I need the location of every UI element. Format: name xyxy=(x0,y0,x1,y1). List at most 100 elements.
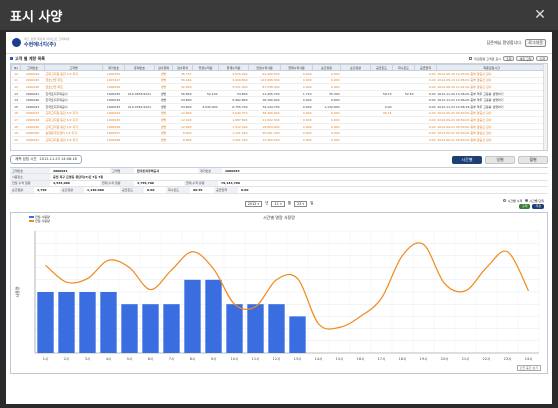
table-cell-cur: 1,512.200 xyxy=(218,123,249,131)
table-cell-round: 6.800 xyxy=(172,136,193,144)
search-button[interactable]: 조회 xyxy=(502,56,515,61)
table-row[interactable]: 17 2000048 근화고지원 동관 1/2 지각 1000045 냉방 12.400 1… xyxy=(11,116,547,124)
table-cell-cur: 54,800 xyxy=(218,90,249,98)
meter-label: 계기번호 xyxy=(198,168,222,174)
table-cell-time: 2012-11-23 14:08:18 중부 역무 고용률 설명하기 xyxy=(436,103,547,111)
table-cell-name: 송월동주민센터 1/2 지각 xyxy=(44,129,103,137)
table-row[interactable]: 19 2000050 송월동주민센터 1/2 지각 1000047 냉방 8.400 1,1… xyxy=(11,129,547,137)
table-cell-id: 2000043 xyxy=(20,103,45,111)
table-cell-phone xyxy=(124,77,155,85)
day-select[interactable]: 23 ▾ xyxy=(293,200,308,207)
cur-heat-label: 현재 누적 열량 xyxy=(100,180,134,187)
table-cell-time: 2012-11-20 13:36:00 중부 역무 고용률 설명하기 xyxy=(436,90,547,98)
table-cell-round: 12.400 xyxy=(172,116,193,124)
table-row[interactable]: 20 2000051 근화고지원 동관 1/2 지각 1000048 냉방 6.800 1,… xyxy=(11,136,547,144)
table-cell-cur: 3,676.392 xyxy=(218,70,249,78)
table-cell-cur_use: 0.000 xyxy=(280,110,313,118)
tab-hourly[interactable]: 시간별 xyxy=(452,155,482,164)
supply-temp-label: 공급온도 xyxy=(120,187,144,193)
table-cell-press: 0.00 xyxy=(414,96,437,104)
table-cell-prev xyxy=(192,136,219,144)
table-cell-item: 냉방 xyxy=(154,90,173,98)
address-label: 사용장소 xyxy=(10,174,50,180)
table-cell-cur_use: 0.000 xyxy=(280,136,313,144)
x-tick-label: 10시 xyxy=(231,356,239,361)
x-tick-label: 12시 xyxy=(273,356,281,361)
supply-pressure-label: 공급압력 xyxy=(214,187,238,193)
table-row[interactable]: 16 2000047 근화고지원 동관 1/2 지각 1000044 냉방 12.800 3… xyxy=(11,110,547,118)
table-cell-flow1: 0.000 xyxy=(312,110,341,118)
meter-value: 1000035 xyxy=(225,168,240,173)
tab-monthly[interactable]: 월별 xyxy=(518,155,548,164)
table-cell-time: 2012-09-21 09:50:00 중부 경공산 검사 xyxy=(436,116,547,124)
logout-button[interactable]: 로그아웃 xyxy=(525,38,546,47)
customer-list-header: 고객 별 계량 목록 미검침량 고객만 표시 조회 새로 고침 출력 xyxy=(10,54,548,63)
show-unread-checkbox[interactable] xyxy=(469,57,473,60)
company-name: 수현에너지(주) xyxy=(24,42,57,48)
table-row[interactable]: 12 2000046 금호산업 파트 1000026 냉방 32.940 3,511.400… xyxy=(11,83,547,91)
table-cell-round: 54.800 xyxy=(172,96,193,104)
table-cell-phone xyxy=(124,70,155,78)
table-row[interactable]: 11 2000045 금호산업 파트 1007427 냉방 56.444 3,009.800… xyxy=(11,77,547,85)
table-cell-prev_use: 18,604.400 xyxy=(248,123,281,131)
table-cell-no: 16 xyxy=(11,110,21,118)
table-cell-prev_use: 18,160.400 xyxy=(248,96,281,104)
table-row[interactable]: 14 2000040 한국토지주택공사 1000034 냉방 54.800 5,962.80… xyxy=(11,96,547,104)
table-row[interactable]: 18 2000049 근화고지원 동관 1/2 지각 1000046 냉방 12.600 1… xyxy=(11,123,547,131)
table-cell-ret_t xyxy=(392,96,415,104)
table-cell-phone xyxy=(124,116,155,124)
table-cell-time: 2012-09-21 09:50:00 중부 경공산 검사 xyxy=(436,136,547,144)
table-cell-meter: 1000046 xyxy=(102,123,125,131)
table-cell-time: 2012-09-21 09:50:00 중부 경공산 검사 xyxy=(436,123,547,131)
table-cell-cur_use: 0.000 xyxy=(280,129,313,137)
table-row[interactable]: 15 2000043 한국토지주택공사 1000033 010-4782-5021 냉방 5… xyxy=(11,103,547,111)
table-cell-flow1: 0.000 xyxy=(312,116,341,124)
table-cell-prev_use: 79,144.700 xyxy=(248,103,281,111)
table-cell-prev_use: 20,001.300 xyxy=(248,129,281,137)
month-unit: 월 xyxy=(287,201,291,206)
chart-print-button[interactable]: 출력 xyxy=(518,203,531,209)
table-cell-flow2 xyxy=(340,96,371,104)
table-cell-item: 냉방 xyxy=(154,123,173,131)
table-row[interactable]: 10 2000044 근화고지원 동관 1/2 지각 1000250 냉방 36.737 3… xyxy=(11,70,547,78)
print-button[interactable]: 출력 xyxy=(536,56,548,61)
table-cell-sup_t xyxy=(370,136,393,144)
table-cell-meter: 1007427 xyxy=(102,77,125,85)
radio-cumulative[interactable] xyxy=(503,199,507,203)
customer-table: No 고객번호 고객명 계기번호 휴대번호 검사항목 검사회차 전월누적량 현재누적량 전월누적사… xyxy=(10,63,548,151)
table-cell-round: 32.940 xyxy=(172,83,193,91)
table-cell-item: 냉방 xyxy=(154,96,173,104)
close-icon[interactable]: ✕ xyxy=(532,7,548,23)
table-cell-prev xyxy=(192,77,219,85)
footer-note[interactable]: 오전 중간 보기 xyxy=(516,364,541,371)
table-cell-ret_t xyxy=(392,123,415,131)
bar xyxy=(247,303,264,353)
prev-heat-value: 4,545,000 xyxy=(53,181,70,186)
table-cell-round: 54.800 xyxy=(172,103,193,111)
table-cell-press: 0.00 xyxy=(414,110,437,118)
table-cell-press: 0.00 xyxy=(414,83,437,91)
table-row[interactable]: 13 2000041 한국토지주택공사 1000035 010-4878-5021 냉방 5… xyxy=(11,90,547,98)
month-select[interactable]: 11 ▾ xyxy=(271,200,285,207)
table-cell-name: 금호산업 파트 xyxy=(44,77,103,85)
refresh-button[interactable]: 새로 고침 xyxy=(516,56,535,61)
table-cell-flow2 xyxy=(340,110,371,118)
table-cell-cur_use: 0.000 xyxy=(280,83,313,91)
period-tabs: 시간별 일별 월별 xyxy=(452,155,548,164)
table-cell-sup_t xyxy=(370,123,393,131)
radio-unit[interactable] xyxy=(525,199,529,203)
table-cell-meter: 1000033 xyxy=(102,103,125,111)
bar xyxy=(163,303,180,353)
chart-save-button[interactable]: 저장 xyxy=(532,203,544,209)
table-scrollbar[interactable] xyxy=(543,64,547,150)
cur-flow-value: 79,144,700 xyxy=(221,181,240,186)
measure-time-box: 계측 검침 시간 2012-11-23 14:08:18 xyxy=(10,155,82,164)
table-cell-flow2 xyxy=(340,129,371,137)
table-cell-no: 15 xyxy=(11,103,21,111)
tab-daily[interactable]: 일별 xyxy=(485,155,515,164)
table-cell-cur: 3,009.800 xyxy=(218,77,249,85)
table-cell-id: 2000045 xyxy=(20,77,45,85)
inst-flow-label: 순간유량 xyxy=(60,187,84,193)
radio-unit-label: 시간별 단위 xyxy=(529,198,544,203)
year-select[interactable]: 2012 ▾ xyxy=(244,200,263,207)
